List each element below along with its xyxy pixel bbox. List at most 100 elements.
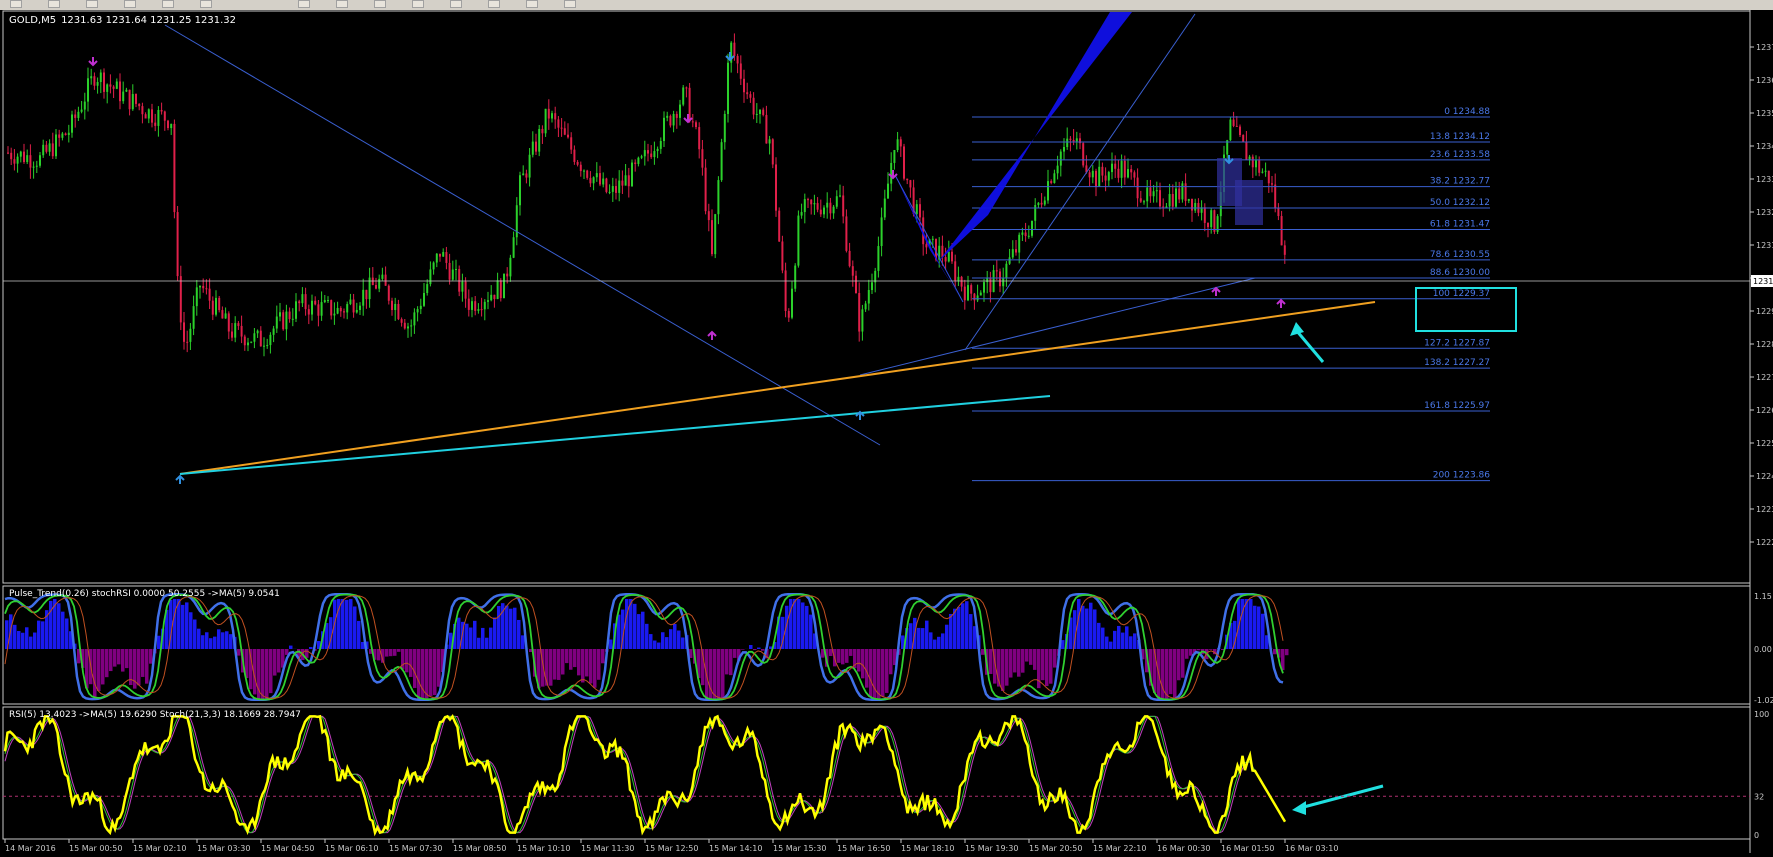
chart-canvas[interactable]: 0 1234.8813.8 1234.1223.6 1233.5838.2 12… [0,10,1773,853]
candle-body [996,270,998,271]
candle-body [1213,210,1215,232]
stoch-hist-bar [477,638,481,649]
stoch-hist-bar [589,649,593,683]
trendline-cyan[interactable] [180,396,1050,474]
stoch-hist-bar [945,625,949,649]
candle-body [538,129,540,152]
candle-body [391,301,393,310]
candle-body [989,277,991,292]
stoch-hist-bar [1181,649,1185,678]
candle-body [810,200,812,205]
stoch-hist-bar [885,649,889,693]
price-tick-label: 1222 [1756,538,1773,547]
stoch-hist-bar [125,649,129,668]
stoch-hist-bar [877,649,881,699]
stoch-hist-bar [937,637,941,649]
stoch-hist-bar [861,649,865,678]
candle-body [660,141,662,149]
stoch-hist-bar [101,649,105,684]
trendline-down[interactable] [165,25,880,445]
candle-body [314,301,316,305]
candle-body [353,300,355,313]
toolbar-button[interactable] [200,0,212,8]
candle-body [365,290,367,299]
stoch-hist-bar [1169,649,1173,694]
candle-body [17,157,19,164]
stoch-hist-bar [341,599,345,649]
candle-body [775,164,777,210]
stoch-hist-bar [1033,649,1037,670]
stoch-hist-bar [345,600,349,649]
toolbar-button[interactable] [162,0,174,8]
candle-body [397,304,399,319]
stoch-hist-bar [889,649,893,674]
stoch-hist-bar [1121,633,1125,649]
trendline-support[interactable] [860,278,1255,375]
candle-body [932,239,934,240]
candle-body [964,287,966,301]
chart-window[interactable]: 0 1234.8813.8 1234.1223.6 1233.5838.2 12… [0,10,1773,853]
fib-label: 127.2 1227.87 [1424,338,1490,348]
candle-body [484,302,486,309]
toolbar-button[interactable] [86,0,98,8]
stoch-hist-bar [509,609,513,649]
toolbar-button[interactable] [374,0,386,8]
fib-label: 38.2 1232.77 [1430,177,1490,187]
candle-body [333,314,335,316]
stoch-hist-bar [681,637,685,649]
candle-body [388,286,390,301]
stoch-hist-bar [549,649,553,686]
stoch-hist-bar [1109,642,1113,649]
toolbar-button[interactable] [526,0,538,8]
candle-body [1082,143,1084,165]
candle-body [23,152,25,162]
candle-body [39,155,41,165]
candle-body [1258,160,1260,172]
toolbar-button[interactable] [336,0,348,8]
stoch-hist-bar [637,614,641,649]
stoch-hist-bar [401,649,405,669]
candle-body [1053,173,1055,183]
candle-body [740,63,742,78]
candle-body [279,312,281,316]
toolbar-button[interactable] [124,0,136,8]
candle-body [481,309,483,310]
toolbar-button[interactable] [48,0,60,8]
stoch-hist-bar [1285,649,1289,655]
candle-body [417,309,419,312]
candle-body [1146,187,1148,201]
stoch-hist-bar [521,635,525,649]
candle-body [404,323,406,329]
toolbar-button[interactable] [564,0,576,8]
candle-body [903,146,905,178]
fib-label: 138.2 1227.27 [1424,358,1490,368]
toolbar-button[interactable] [488,0,500,8]
candle-body [609,192,611,193]
toolbar-button[interactable] [450,0,462,8]
candle-body [625,175,627,185]
candle-body [970,285,972,294]
candle-body [1265,171,1267,172]
candle-body [682,87,684,104]
candle-body [330,300,332,315]
time-tick-label: 15 Mar 19:30 [965,844,1018,853]
candle-body [522,173,524,175]
candle-body [1041,203,1043,205]
stoch-hist-bar [397,649,401,652]
candle-body [679,105,681,118]
candle-body [241,326,243,337]
toolbar-button[interactable] [412,0,424,8]
price-axis: 1237123612351234123312321231123012291228… [1750,43,1773,547]
stoch-hist-bar [457,618,461,649]
price-tick-label: 1235 [1756,109,1773,118]
toolbar-button[interactable] [10,0,22,8]
toolbar-button[interactable] [298,0,310,8]
trendline-orange[interactable] [180,302,1375,474]
candle-body [209,289,211,301]
candle-body [637,158,639,164]
stoch-hist-bar [157,636,161,649]
candle-body [273,329,275,335]
candle-body [961,277,963,287]
candle-body [890,163,892,184]
stoch-hist-bar [829,649,833,656]
